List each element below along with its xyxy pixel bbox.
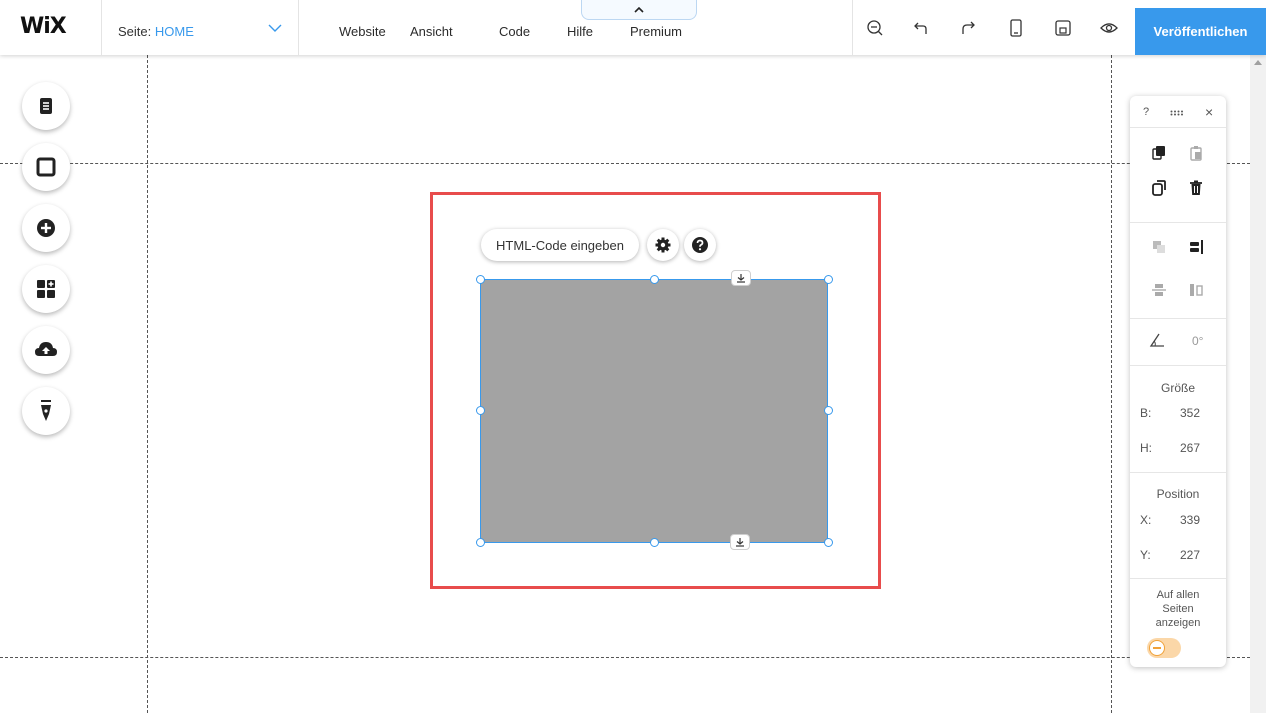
anchor-down-icon[interactable]: [731, 270, 751, 286]
menu-view[interactable]: Ansicht: [410, 24, 453, 39]
collapse-topbar-tab[interactable]: [581, 0, 697, 20]
rotate-angle-icon[interactable]: [1146, 329, 1168, 351]
height-input[interactable]: 267: [1180, 441, 1200, 455]
resize-handle-top-right[interactable]: [824, 275, 833, 284]
canvas-scrollbar[interactable]: [1250, 55, 1266, 713]
undo-icon[interactable]: [912, 18, 932, 38]
width-label: B:: [1140, 406, 1152, 420]
pages-icon[interactable]: [22, 82, 70, 130]
menu-help[interactable]: Hilfe: [567, 24, 593, 39]
top-bar: WiX Seite: HOME Website Ansicht Code Hil…: [0, 0, 1266, 55]
y-input[interactable]: 227: [1180, 548, 1200, 562]
distribute-icon[interactable]: [1148, 279, 1170, 301]
chevron-up-icon: [634, 6, 644, 13]
help-icon[interactable]: [684, 229, 716, 261]
editor-root: WiX Seite: HOME Website Ansicht Code Hil…: [0, 0, 1266, 713]
add-icon[interactable]: [22, 204, 70, 252]
x-input[interactable]: 339: [1180, 513, 1200, 527]
preview-icon[interactable]: [1099, 18, 1119, 38]
redo-icon[interactable]: [958, 18, 978, 38]
width-input[interactable]: 352: [1180, 406, 1200, 420]
menu-premium[interactable]: Premium: [630, 24, 682, 39]
inspector-panel: ? × 0° Größe B: 352 H: 267 Position X: 3…: [1130, 96, 1226, 667]
resize-handle-bottom-left[interactable]: [476, 538, 485, 547]
scroll-up-arrow-icon[interactable]: [1254, 60, 1262, 65]
show-on-all-pages-toggle[interactable]: [1147, 638, 1181, 658]
resize-handle-top[interactable]: [650, 275, 659, 284]
mobile-icon[interactable]: [1006, 18, 1026, 38]
page-selector-label: Seite:: [118, 24, 152, 39]
resize-handle-left[interactable]: [476, 406, 485, 415]
header-guide: [0, 163, 1250, 164]
arrange-icon[interactable]: [1148, 236, 1170, 258]
gear-icon[interactable]: [647, 229, 679, 261]
copy-icon[interactable]: [1148, 142, 1170, 164]
match-size-icon[interactable]: [1185, 279, 1207, 301]
save-icon[interactable]: [1053, 18, 1073, 38]
page-selector[interactable]: Seite: HOME: [102, 0, 298, 55]
position-title: Position: [1156, 487, 1200, 501]
resize-handle-right[interactable]: [824, 406, 833, 415]
resize-handle-bottom-right[interactable]: [824, 538, 833, 547]
height-label: H:: [1140, 441, 1152, 455]
chevron-down-icon: [268, 24, 282, 32]
html-embed-element[interactable]: [480, 279, 828, 543]
delete-icon[interactable]: [1185, 177, 1207, 199]
divider: [298, 0, 299, 55]
divider: [1130, 365, 1226, 366]
background-icon[interactable]: [22, 143, 70, 191]
rotation-value[interactable]: 0°: [1192, 334, 1203, 348]
divider: [1130, 472, 1226, 473]
grid-guide-right: [1111, 55, 1112, 713]
app-market-icon[interactable]: [22, 265, 70, 313]
align-icon[interactable]: [1185, 236, 1207, 258]
page-selector-value: HOME: [154, 24, 194, 39]
y-label: Y:: [1140, 548, 1151, 562]
divider: [852, 0, 853, 55]
drag-handle-icon[interactable]: [1167, 102, 1187, 124]
anchor-down-icon[interactable]: [730, 534, 750, 550]
resize-handle-top-left[interactable]: [476, 275, 485, 284]
footer-guide: [0, 657, 1250, 658]
zoom-out-icon[interactable]: [865, 18, 885, 38]
divider: [1130, 222, 1226, 223]
divider: [1130, 318, 1226, 319]
enter-html-code-button[interactable]: HTML-Code eingeben: [481, 229, 639, 261]
x-label: X:: [1140, 513, 1152, 527]
close-icon[interactable]: ×: [1205, 104, 1213, 120]
wix-logo[interactable]: WiX: [20, 14, 67, 39]
divider: [1130, 127, 1226, 128]
resize-handle-bottom[interactable]: [650, 538, 659, 547]
paste-icon[interactable]: [1185, 142, 1207, 164]
menu-website[interactable]: Website: [339, 24, 386, 39]
blog-pen-icon[interactable]: [22, 387, 70, 435]
grid-guide-left: [147, 55, 148, 713]
divider: [1130, 578, 1226, 579]
panel-help-button[interactable]: ?: [1143, 106, 1149, 118]
upload-icon[interactable]: [22, 326, 70, 374]
toggle-knob: [1149, 640, 1165, 656]
size-title: Größe: [1160, 381, 1195, 395]
menu-code[interactable]: Code: [499, 24, 530, 39]
show-on-all-pages-label: Auf allen Seiten anzeigen: [1155, 589, 1201, 629]
publish-button[interactable]: Veröffentlichen: [1135, 8, 1266, 55]
duplicate-icon[interactable]: [1148, 177, 1170, 199]
